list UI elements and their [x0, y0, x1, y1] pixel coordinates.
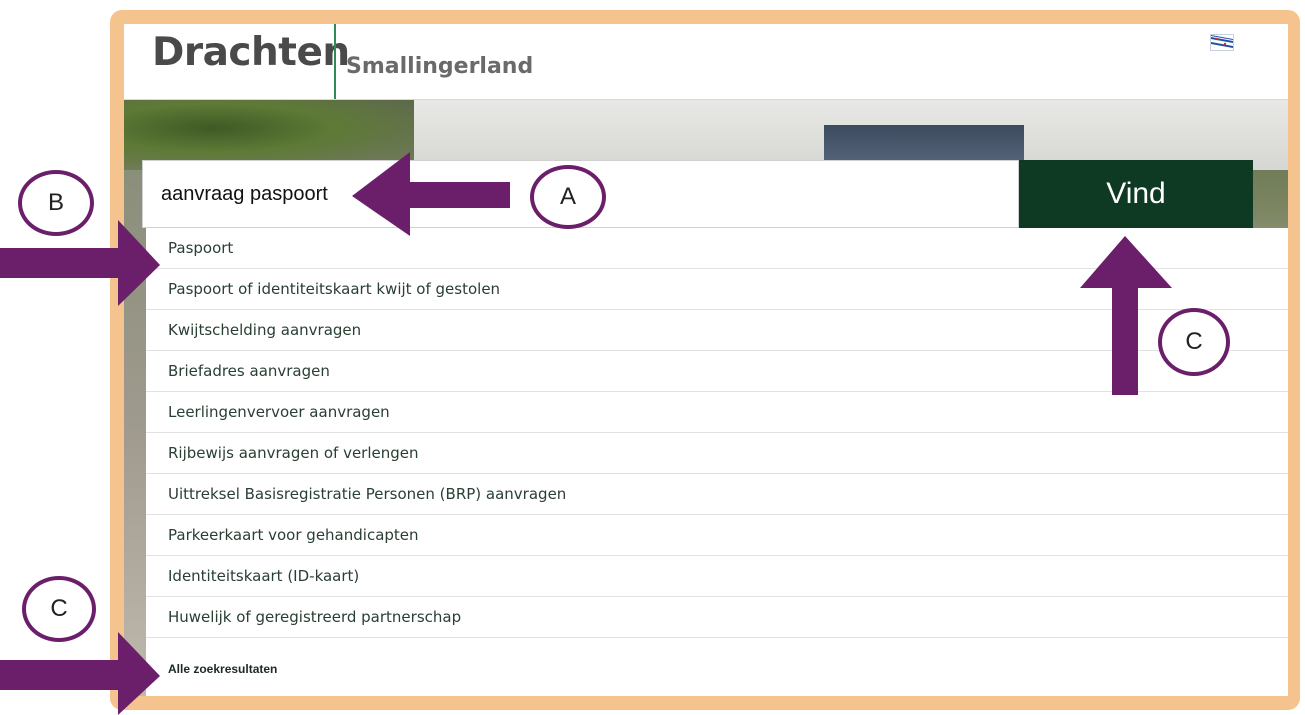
list-item[interactable]: Parkeerkaart voor gehandicapten [146, 515, 1288, 556]
list-item[interactable]: Leerlingenvervoer aanvragen [146, 392, 1288, 433]
all-results-link[interactable]: Alle zoekresultaten [168, 662, 277, 676]
search-suggestions-list: Paspoort Paspoort of identiteitskaart kw… [146, 228, 1288, 696]
vind-button[interactable]: Vind [1019, 160, 1253, 228]
annotation-c-circle: C [1158, 308, 1230, 376]
logo-drachten[interactable]: Drachten [152, 30, 350, 75]
building-windows [824, 125, 1024, 165]
website-screenshot: Drachten Smallingerland Vind Paspoort Pa… [124, 24, 1288, 696]
site-header: Drachten Smallingerland [124, 24, 1288, 100]
list-item[interactable]: Paspoort of identiteitskaart kwijt of ge… [146, 269, 1288, 310]
frisian-flag-icon[interactable] [1210, 34, 1234, 51]
annotation-b-circle: B [18, 170, 94, 236]
list-item[interactable]: Paspoort [146, 228, 1288, 269]
list-item[interactable]: Uittreksel Basisregistratie Personen (BR… [146, 474, 1288, 515]
annotation-a-circle: A [530, 165, 606, 229]
photo-left-strip [124, 170, 146, 696]
list-item[interactable]: Kwijtschelding aanvragen [146, 310, 1288, 351]
annotation-c-circle-bottom: C [22, 576, 96, 642]
list-item[interactable]: Huwelijk of geregistreerd partnerschap [146, 597, 1288, 638]
logo-smallingerland: Smallingerland [346, 54, 534, 79]
list-item[interactable]: Briefadres aanvragen [146, 351, 1288, 392]
logo-divider [334, 24, 336, 99]
list-item[interactable]: Identiteitskaart (ID-kaart) [146, 556, 1288, 597]
list-item[interactable]: Rijbewijs aanvragen of verlengen [146, 433, 1288, 474]
